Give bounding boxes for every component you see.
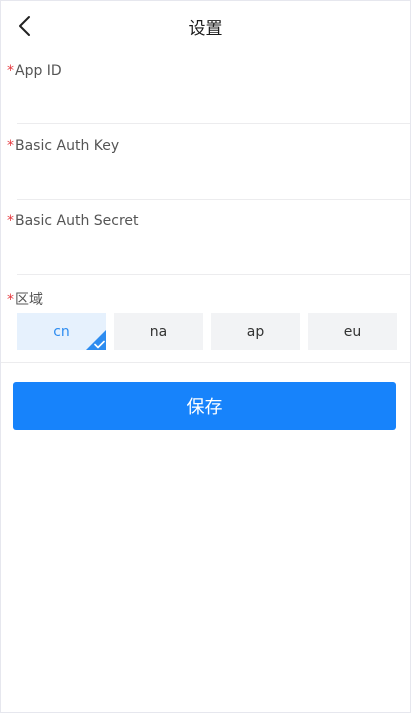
- region-label: *区域: [7, 292, 43, 308]
- basic-auth-secret-input[interactable]: [17, 238, 407, 270]
- required-mark: *: [7, 292, 14, 308]
- basic-auth-key-input[interactable]: [17, 163, 407, 195]
- region-option-cn[interactable]: cn: [17, 313, 106, 350]
- divider: [17, 123, 410, 124]
- region-option-label: eu: [343, 323, 362, 340]
- region-option-label: na: [149, 323, 168, 340]
- app-id-label: *App ID: [7, 63, 62, 79]
- divider: [1, 362, 410, 363]
- region-option-label: ap: [246, 323, 265, 340]
- checkmark-icon: [94, 340, 105, 349]
- region-option-na[interactable]: na: [114, 313, 203, 350]
- app-id-input[interactable]: [17, 87, 407, 119]
- save-button[interactable]: 保存: [13, 382, 396, 430]
- region-option-eu[interactable]: eu: [308, 313, 397, 350]
- required-mark: *: [7, 213, 14, 229]
- page-title: 设置: [188, 19, 223, 39]
- divider: [17, 199, 410, 200]
- required-mark: *: [7, 63, 14, 79]
- region-option-label: cn: [53, 323, 70, 340]
- header: 设置: [1, 1, 410, 49]
- divider: [17, 274, 410, 275]
- region-option-ap[interactable]: ap: [211, 313, 300, 350]
- region-selector: cn na ap eu: [17, 313, 397, 350]
- basic-auth-secret-label: *Basic Auth Secret: [7, 213, 139, 229]
- basic-auth-key-label: *Basic Auth Key: [7, 138, 120, 154]
- required-mark: *: [7, 138, 14, 154]
- settings-page: 设置 *App ID *Basic Auth Key *Basic Auth S…: [0, 0, 411, 713]
